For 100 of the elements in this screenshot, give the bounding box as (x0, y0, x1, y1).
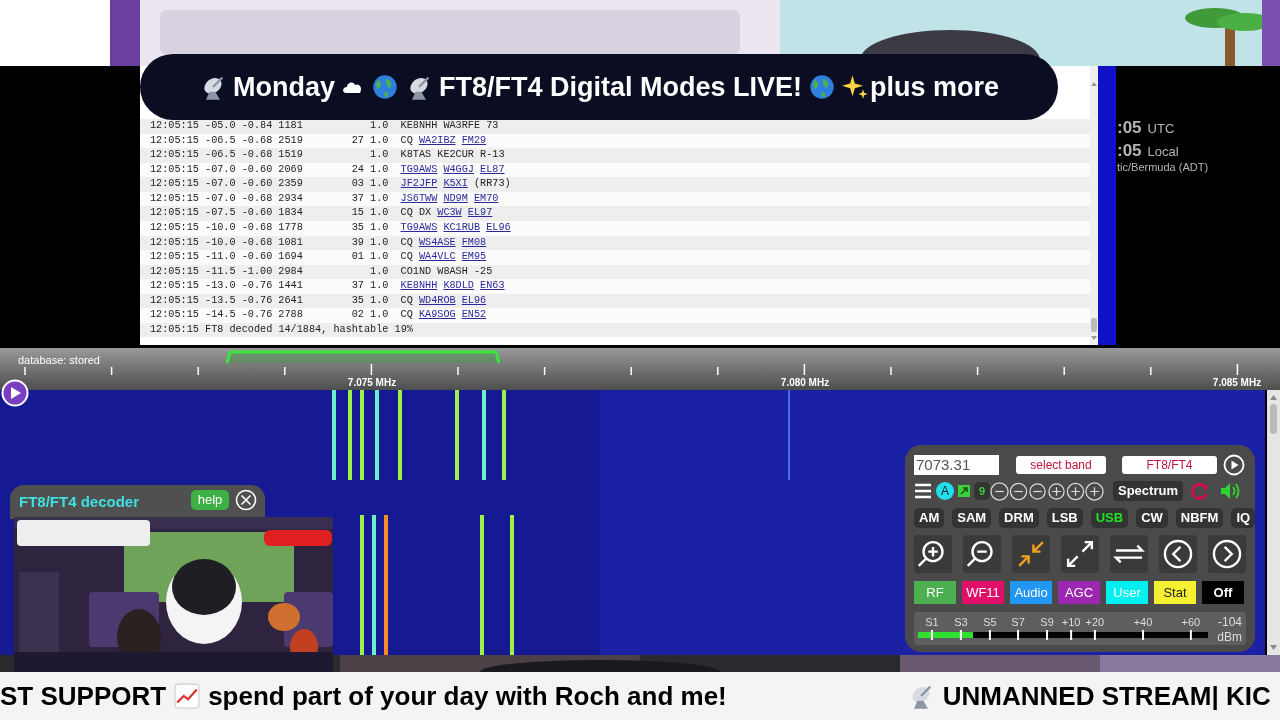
callsign-link[interactable]: WS4ASE (418, 235, 456, 251)
callsign-link[interactable]: K8DLD (443, 279, 474, 294)
log-dt: -0.60 (241, 177, 274, 192)
log-snr: -05.0 (205, 119, 237, 133)
callsign-link[interactable]: W4GGJ (443, 162, 474, 178)
callsign-link[interactable]: EL97 (467, 206, 493, 221)
log-time: 12:05:15 (150, 191, 200, 206)
callsign-link[interactable]: ND9M (443, 191, 468, 207)
log-drift: 1.0 (370, 177, 389, 192)
log-frequency: 2934 (278, 191, 303, 206)
callsign-link[interactable]: JF2JFP (400, 177, 438, 192)
callsign-link[interactable]: WC3W (437, 206, 462, 221)
log-frequency: 1181 (278, 119, 303, 133)
local-time: :05 (1117, 140, 1142, 162)
message-word: (RR73) (473, 177, 511, 192)
log-drift: 1.0 (370, 162, 389, 177)
callsign-link[interactable]: KE8NHH (400, 279, 438, 294)
log-distance: 37 (351, 191, 364, 206)
log-distance: 35 (351, 220, 364, 235)
log-snr: -07.0 (205, 191, 237, 206)
callsign-link[interactable]: WA4VLC (418, 250, 456, 265)
log-frequency: 1694 (278, 250, 303, 265)
log-frequency: 1778 (278, 220, 303, 235)
message-word: CQ (400, 250, 413, 265)
log-frequency: 2359 (278, 177, 303, 192)
message-word: DX (418, 206, 432, 221)
callsign-link[interactable]: EL87 (480, 162, 505, 178)
log-drift: 1.0 (370, 148, 389, 163)
message-word: CQ (400, 308, 413, 323)
log-drift: 1.0 (370, 250, 389, 265)
message-word: WA3RFE (443, 119, 481, 133)
log-distance: 39 (351, 235, 364, 250)
callsign-link[interactable]: WD4ROB (418, 293, 456, 309)
log-frequency: 1441 (278, 279, 303, 294)
ticker-text: ST SUPPORT (0, 679, 167, 713)
callsign-link[interactable]: EM70 (473, 191, 499, 207)
log-snr: -14.5 (205, 308, 237, 323)
log-snr: -07.5 (205, 206, 237, 221)
log-frequency: 1834 (278, 206, 303, 221)
log-time: 12:05:15 (150, 250, 200, 265)
log-snr: -06.5 (205, 148, 237, 163)
callsign-link[interactable]: EN52 (461, 308, 487, 323)
log-distance: 03 (351, 177, 364, 192)
callsign-link[interactable]: EN63 (480, 279, 505, 294)
log-distance: 35 (351, 293, 364, 308)
log-dt: -0.68 (241, 220, 274, 235)
callsign-link[interactable]: EL96 (461, 293, 487, 309)
log-time: 12:05:15 (150, 220, 200, 235)
log-snr: -11.0 (205, 250, 237, 265)
log-dt: -0.60 (241, 250, 274, 265)
callsign-link[interactable]: WA2IBZ (418, 133, 456, 149)
log-dt: -0.76 (241, 308, 274, 323)
log-dt: -0.76 (241, 279, 274, 294)
scrollbar[interactable] (1090, 66, 1098, 345)
log-drift: 1.0 (370, 133, 389, 148)
log-distance: 01 (351, 250, 364, 265)
local-label: Local (1147, 143, 1179, 161)
log-snr: -13.0 (205, 279, 237, 294)
log-dt: -1.00 (241, 264, 274, 279)
log-distance: 24 (351, 162, 364, 177)
log-frequency: 2641 (278, 293, 303, 308)
callsign-link[interactable]: KC1RUB (443, 220, 481, 236)
ticker-text: spend part of your day with Roch and me! (208, 679, 727, 713)
ticker-text: UNMANNED STREAM| KIC (942, 679, 1271, 713)
message-word: CQ (400, 293, 413, 308)
globe-icon (370, 73, 399, 101)
log-dt: -0.60 (241, 206, 274, 221)
log-dt: -0.60 (241, 162, 274, 177)
callsign-link[interactable]: JS6TWW (400, 191, 438, 207)
callsign-link[interactable]: TG9AWS (400, 162, 438, 178)
log-distance: 02 (351, 308, 364, 323)
log-frequency: 1081 (278, 235, 303, 250)
log-time: 12:05:15 (150, 293, 200, 308)
log-dt: -0.68 (241, 133, 274, 148)
message-word: -25 (473, 264, 493, 279)
log-frequency: 2519 (278, 133, 303, 148)
timezone-label: tic/Bermuda (ADT) (1117, 160, 1209, 175)
message-word: CO1ND (400, 264, 432, 279)
scrollbar[interactable] (1267, 390, 1280, 655)
message-word: CQ (400, 235, 413, 250)
callsign-link[interactable]: EM95 (461, 250, 487, 265)
callsign-link[interactable]: K5XI (443, 177, 468, 192)
callsign-link[interactable]: TG9AWS (400, 220, 438, 236)
log-drift: 1.0 (370, 206, 389, 221)
log-time: 12:05:15 (150, 264, 200, 279)
callsign-link[interactable]: KA9SOG (418, 308, 456, 323)
callsign-link[interactable]: FM29 (461, 133, 487, 149)
log-drift: 1.0 (370, 264, 389, 279)
message-word: CQ (400, 133, 413, 148)
callsign-link[interactable]: EL96 (486, 220, 511, 236)
log-dt: -0.84 (241, 119, 274, 133)
log-distance: 37 (351, 279, 364, 294)
message-word: KE2CUR (437, 148, 474, 163)
log-time: 12:05:15 (150, 119, 200, 133)
banner-text: plus more (870, 70, 1000, 104)
log-dt: -0.68 (241, 148, 274, 163)
log-drift: 1.0 (370, 119, 389, 133)
callsign-link[interactable]: FM08 (461, 235, 487, 251)
log-frequency: 2984 (278, 264, 303, 279)
log-drift: 1.0 (370, 279, 389, 294)
